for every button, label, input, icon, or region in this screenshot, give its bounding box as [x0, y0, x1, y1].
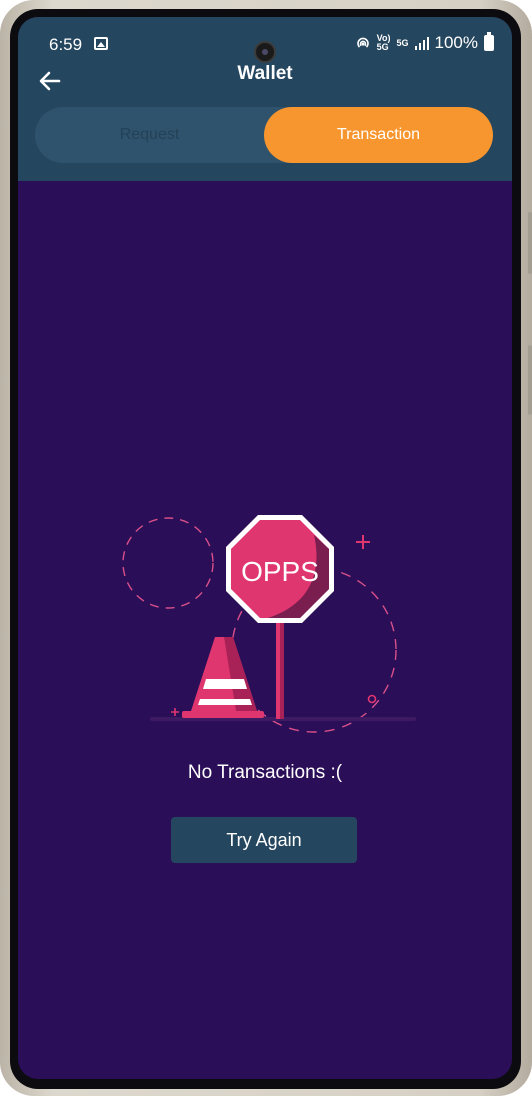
hotspot-icon — [356, 37, 369, 48]
volte-icon: Vo) 5G — [376, 33, 391, 52]
plus-sparkle-small-icon — [171, 708, 179, 716]
try-again-button[interactable]: Try Again — [171, 817, 357, 863]
ring-sparkle-icon — [367, 694, 377, 704]
volume-button — [528, 212, 532, 274]
tab-transaction[interactable]: Transaction — [264, 107, 493, 163]
plus-sparkle-icon — [356, 535, 370, 549]
empty-state-illustration: OPPS — [122, 515, 416, 733]
status-indicators: Vo) 5G 5G 100% — [355, 32, 494, 53]
traffic-cone-icon — [182, 637, 264, 718]
network-5g-icon: 5G — [396, 37, 409, 48]
tab-switcher: Request Transaction — [35, 107, 493, 163]
dashed-circle-left — [122, 517, 214, 609]
page-title: Wallet — [237, 63, 293, 84]
signal-icon — [414, 36, 429, 50]
gallery-notification-icon — [94, 37, 108, 50]
status-bar: 6:59 Vo) 5G 5G 100% — [18, 29, 512, 63]
top-app-bar: Wallet — [18, 59, 512, 99]
status-time: 6:59 — [49, 35, 83, 54]
tab-request[interactable]: Request — [35, 107, 264, 163]
power-button — [528, 345, 532, 415]
battery-percent: 100% — [434, 33, 478, 52]
phone-frame: 6:59 Vo) 5G 5G 100% Wallet Request Trans… — [0, 0, 532, 1096]
app-header: 6:59 Vo) 5G 5G 100% Wallet Request Trans… — [18, 17, 512, 181]
empty-state-message: No Transactions :( — [187, 762, 343, 783]
app-screen: 6:59 Vo) 5G 5G 100% Wallet Request Trans… — [18, 17, 512, 1079]
sign-text: OPPS — [241, 556, 319, 587]
battery-icon — [484, 32, 494, 51]
